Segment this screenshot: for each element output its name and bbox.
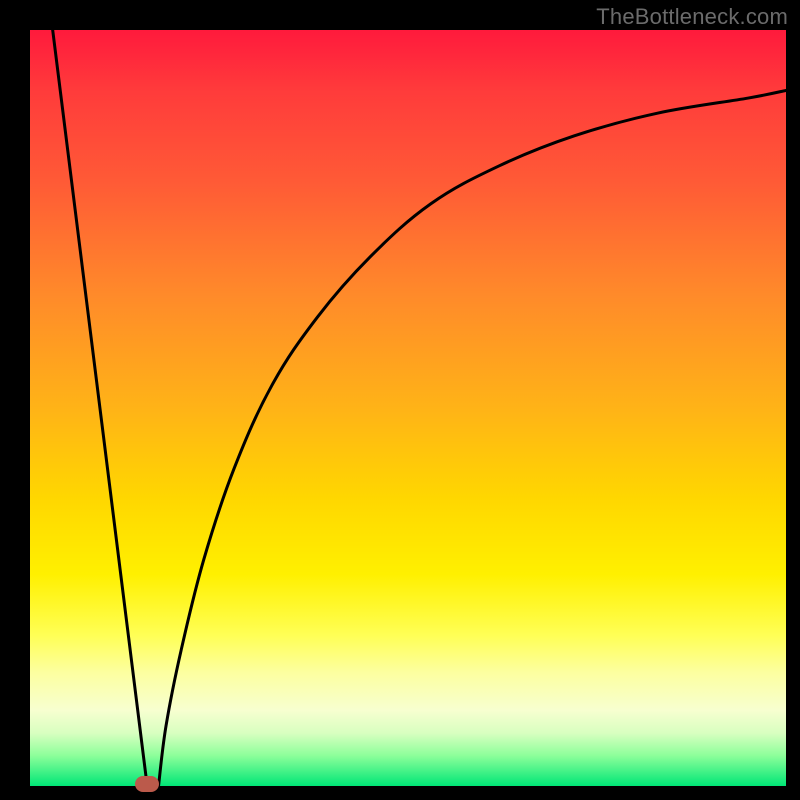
curves-layer — [30, 30, 786, 786]
left-curve — [53, 30, 147, 786]
chart-container: TheBottleneck.com — [0, 0, 800, 800]
right-curve — [159, 90, 786, 786]
bottleneck-marker — [135, 776, 158, 793]
plot-area — [30, 30, 786, 786]
watermark-text: TheBottleneck.com — [596, 4, 788, 30]
